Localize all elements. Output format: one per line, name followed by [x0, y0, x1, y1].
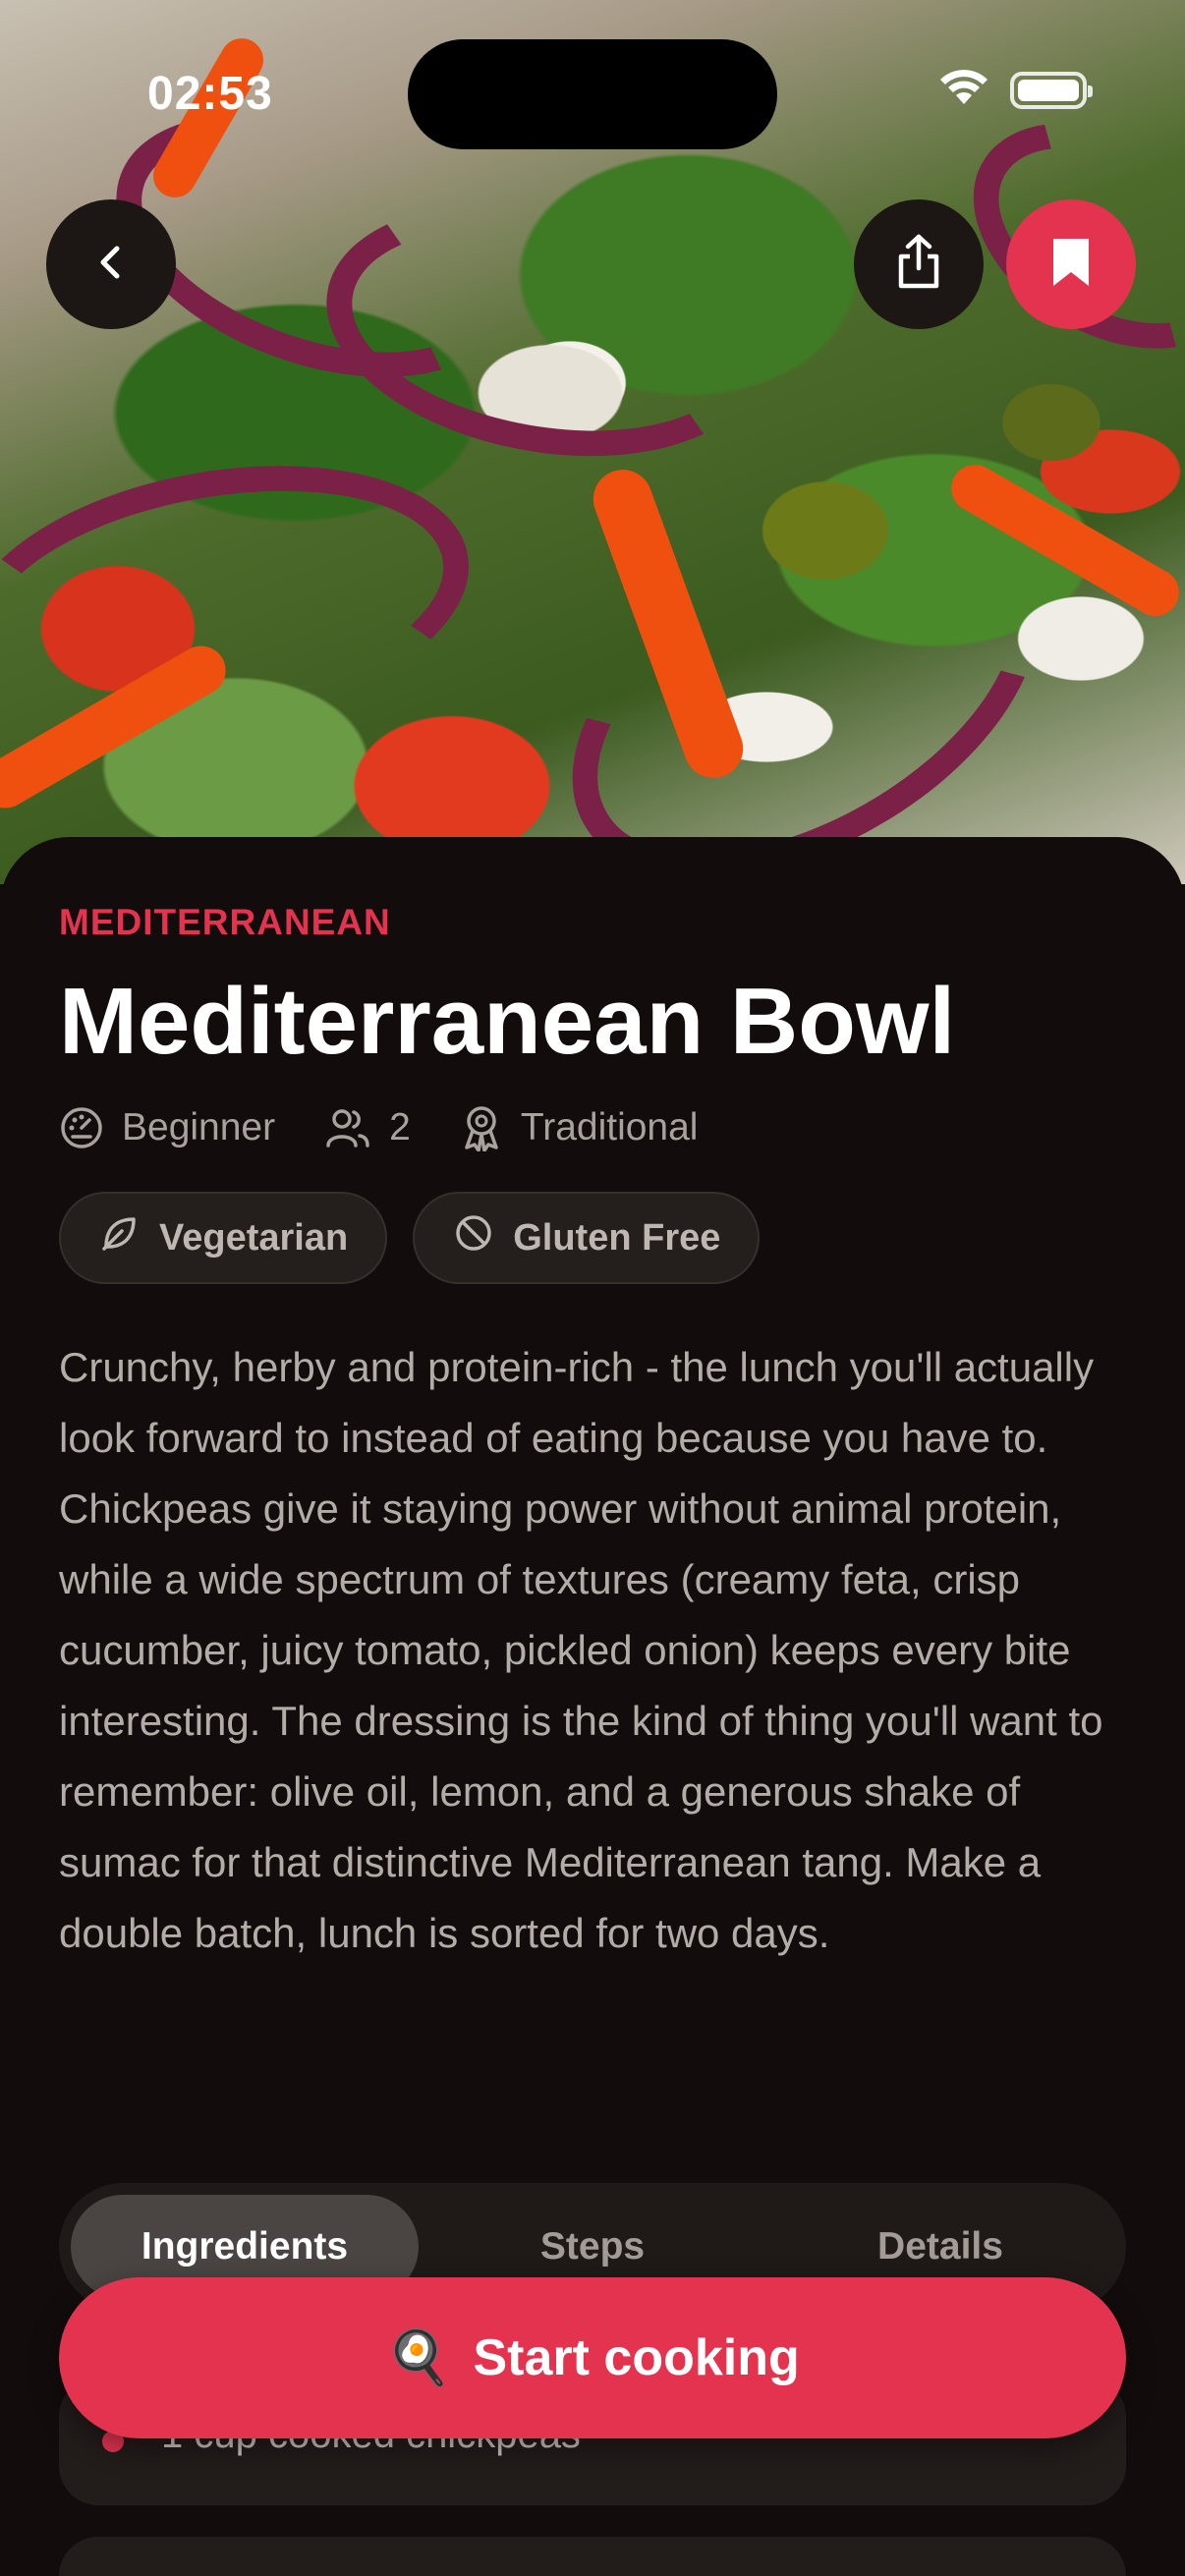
back-button[interactable] — [46, 199, 176, 329]
servings-meta: 2 — [324, 1106, 411, 1149]
recipe-meta: Beginner 2 Traditional — [59, 1104, 747, 1151]
dynamic-island — [408, 39, 777, 149]
status-icons — [939, 69, 1093, 111]
status-time: 02:53 — [147, 68, 273, 120]
chevron-left-icon — [89, 241, 133, 289]
start-cooking-label: Start cooking — [473, 2329, 800, 2386]
start-cooking-button[interactable]: 🍳 Start cooking — [59, 2277, 1126, 2438]
tag-label: Gluten Free — [513, 1216, 721, 1259]
share-button[interactable] — [854, 199, 984, 329]
ingredient-item[interactable] — [59, 2537, 1126, 2576]
style-meta: Traditional — [460, 1104, 699, 1151]
servings-value: 2 — [389, 1106, 411, 1148]
difficulty-meta: Beginner — [59, 1105, 275, 1150]
diet-tags: Vegetarian Gluten Free — [59, 1192, 761, 1284]
frying-pan-icon: 🍳 — [385, 2328, 452, 2387]
share-icon — [891, 233, 946, 297]
tag-gluten-free[interactable]: Gluten Free — [413, 1192, 761, 1284]
cuisine-label: MEDITERRANEAN — [59, 902, 391, 942]
battery-icon — [1010, 71, 1093, 109]
recipe-title: Mediterranean Bowl — [59, 969, 956, 1074]
people-icon — [324, 1106, 371, 1149]
award-icon — [460, 1104, 503, 1151]
bookmark-button[interactable] — [1006, 199, 1136, 329]
recipe-description: Crunchy, herby and protein-rich - the lu… — [59, 1344, 1103, 1956]
gauge-icon — [59, 1105, 104, 1150]
style-value: Traditional — [520, 1106, 699, 1148]
no-sign-icon — [454, 1213, 493, 1262]
bookmark-icon — [1049, 235, 1093, 295]
leaf-icon — [100, 1213, 140, 1262]
tag-vegetarian[interactable]: Vegetarian — [59, 1192, 388, 1284]
wifi-icon — [939, 69, 988, 111]
difficulty-value: Beginner — [122, 1106, 276, 1148]
tag-label: Vegetarian — [159, 1216, 349, 1259]
